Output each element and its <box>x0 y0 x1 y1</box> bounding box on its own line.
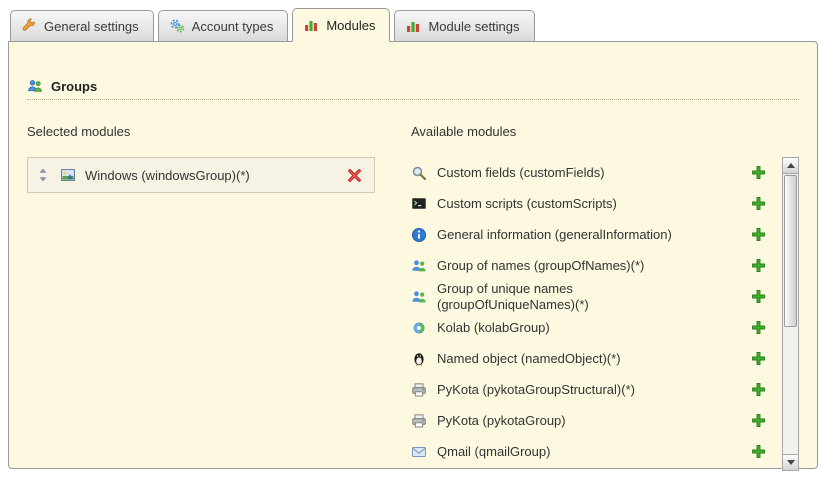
add-module-button[interactable] <box>751 196 766 211</box>
add-module-button[interactable] <box>751 165 766 180</box>
tab-label: Account types <box>192 19 274 34</box>
gears-icon <box>169 18 185 34</box>
modules-icon <box>405 18 421 34</box>
modules-columns: Selected modules Windows (windowsGroup <box>27 124 799 471</box>
scrollbar-track[interactable] <box>783 174 798 454</box>
tab-account-types[interactable]: Account types <box>158 10 289 42</box>
available-module-row: Qmail (qmailGroup) <box>411 436 782 467</box>
module-label: PyKota (pykotaGroup) <box>437 413 751 429</box>
available-module-row: PyKota (pykotaGroup) <box>411 405 782 436</box>
tab-general-settings[interactable]: General settings <box>10 10 154 42</box>
available-module-row: Named object (namedObject)(*) <box>411 343 782 374</box>
add-module-button[interactable] <box>751 227 766 242</box>
info-icon <box>411 227 427 243</box>
selected-modules-heading: Selected modules <box>27 124 383 139</box>
add-module-button[interactable] <box>751 289 766 304</box>
module-label: Kolab (kolabGroup) <box>437 320 751 336</box>
modules-panel: Groups Selected modules <box>8 41 818 469</box>
module-label: Named object (namedObject)(*) <box>437 351 751 367</box>
wrench-icon <box>21 18 37 34</box>
available-module-row: General information (generalInformation) <box>411 219 782 250</box>
module-label: Qmail (qmailGroup) <box>437 444 751 460</box>
printer-icon <box>411 413 427 429</box>
tab-bar: General settings Account types Modules <box>8 8 818 42</box>
available-module-row: Group of unique names (groupOfUniqueName… <box>411 281 782 312</box>
tab-modules[interactable]: Modules <box>292 8 390 42</box>
available-module-row: Custom fields (customFields) <box>411 157 782 188</box>
add-module-button[interactable] <box>751 351 766 366</box>
section-header-groups: Groups <box>27 78 799 100</box>
add-module-button[interactable] <box>751 320 766 335</box>
module-label: Custom scripts (customScripts) <box>437 196 751 212</box>
scroll-up-button[interactable] <box>783 158 798 174</box>
mail-icon <box>411 444 427 460</box>
available-modules-list: Custom fields (customFields) Custom scri… <box>411 157 782 467</box>
tab-label: General settings <box>44 19 139 34</box>
module-label: Group of unique names (groupOfUniqueName… <box>437 281 751 312</box>
scroll-down-button[interactable] <box>783 454 798 470</box>
available-modules-column: Available modules Custom fields (customF… <box>411 124 799 471</box>
add-module-button[interactable] <box>751 258 766 273</box>
tab-label: Module settings <box>428 19 519 34</box>
add-module-button[interactable] <box>751 413 766 428</box>
tab-label: Modules <box>326 18 375 33</box>
selected-module-row: Windows (windowsGroup)(*) <box>27 157 375 193</box>
module-label: Group of names (groupOfNames)(*) <box>437 258 751 274</box>
kolab-icon <box>411 320 427 336</box>
module-label: General information (generalInformation) <box>437 227 751 243</box>
scrollbar-thumb[interactable] <box>784 175 797 327</box>
available-modules-listwrap: Custom fields (customFields) Custom scri… <box>411 157 799 471</box>
arrow-down-icon <box>787 460 795 465</box>
selected-modules-column: Selected modules Windows (windowsGroup <box>27 124 383 471</box>
available-modules-heading: Available modules <box>411 124 799 139</box>
section-title: Groups <box>51 79 97 94</box>
groups-icon <box>27 78 43 94</box>
module-label: PyKota (pykotaGroupStructural)(*) <box>437 382 751 398</box>
page: General settings Account types Modules <box>0 0 826 469</box>
available-module-row: Kolab (kolabGroup) <box>411 312 782 343</box>
penguin-icon <box>411 351 427 367</box>
available-module-row: PyKota (pykotaGroupStructural)(*) <box>411 374 782 405</box>
terminal-icon <box>411 196 427 212</box>
group-icon <box>411 289 427 305</box>
printer-icon <box>411 382 427 398</box>
add-module-button[interactable] <box>751 382 766 397</box>
group-icon <box>411 258 427 274</box>
available-modules-scrollbar[interactable] <box>782 157 799 471</box>
remove-module-button[interactable] <box>347 168 362 183</box>
arrow-up-icon <box>787 163 795 168</box>
windows-module-icon <box>60 167 76 183</box>
tab-module-settings[interactable]: Module settings <box>394 10 534 42</box>
drag-handle-icon[interactable] <box>38 168 48 182</box>
modules-icon <box>303 17 319 33</box>
available-module-row: Group of names (groupOfNames)(*) <box>411 250 782 281</box>
module-label: Custom fields (customFields) <box>437 165 751 181</box>
magnifier-icon <box>411 165 427 181</box>
add-module-button[interactable] <box>751 444 766 459</box>
selected-module-label: Windows (windowsGroup)(*) <box>85 168 339 183</box>
available-module-row: Custom scripts (customScripts) <box>411 188 782 219</box>
